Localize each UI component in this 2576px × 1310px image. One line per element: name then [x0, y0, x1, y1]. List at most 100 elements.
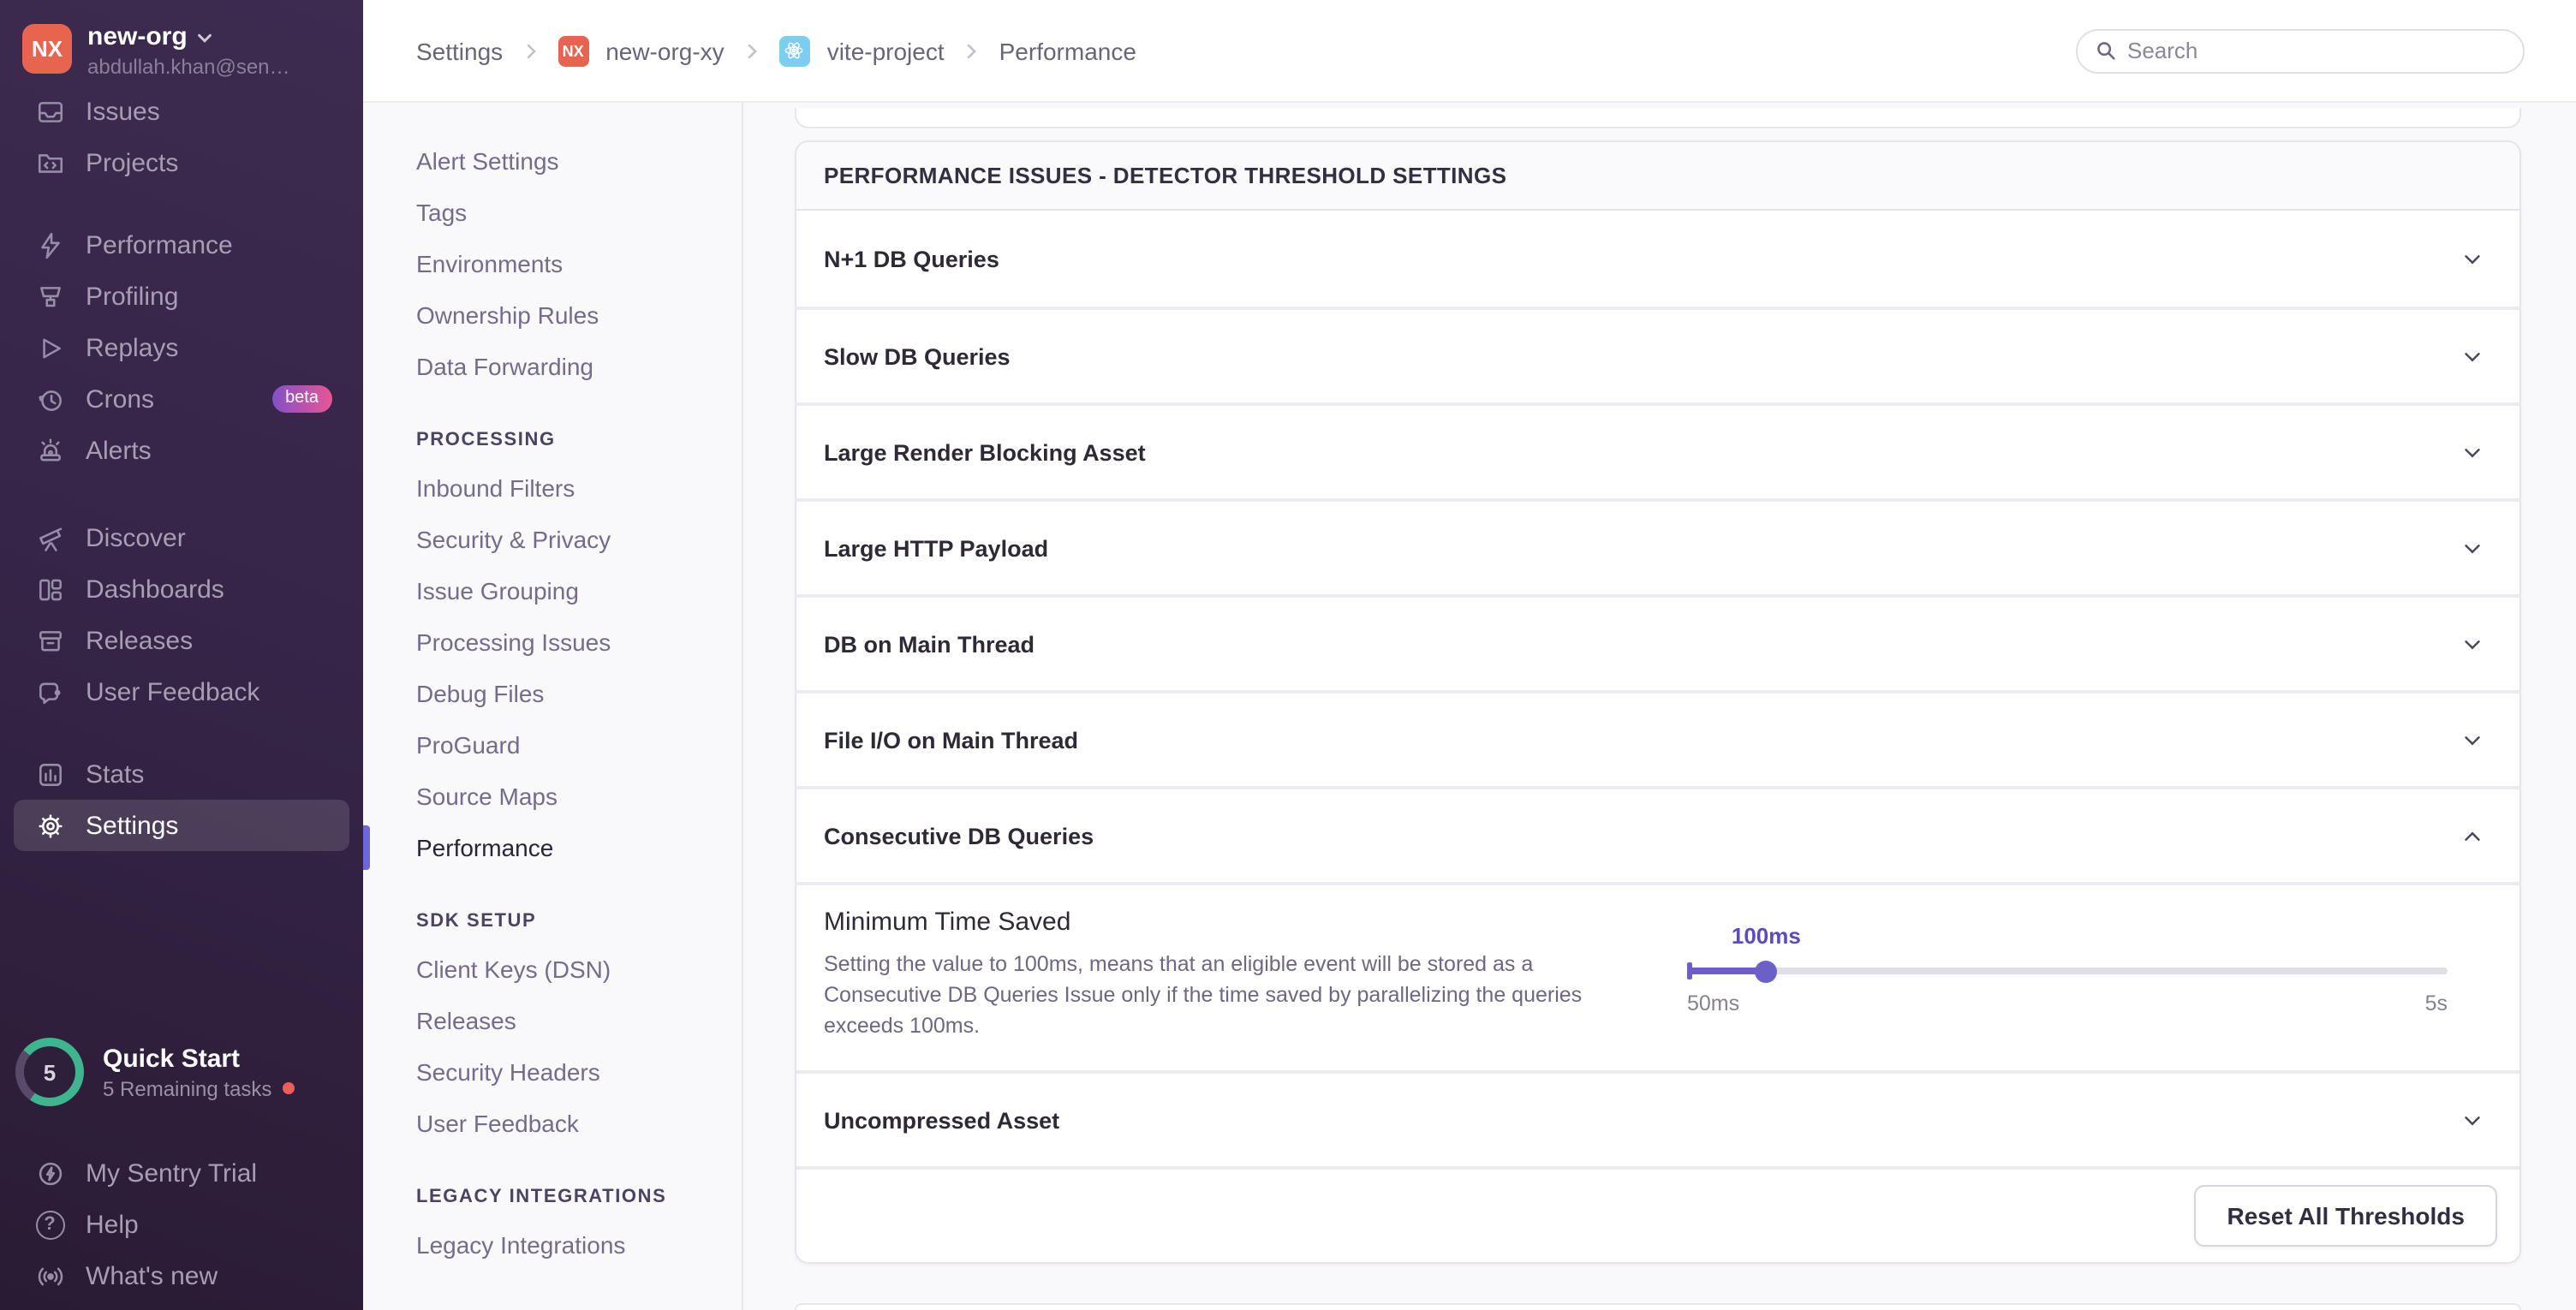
settings-nav: Alert Settings Tags Environments Ownersh… [363, 103, 743, 1310]
chevron-down-icon [2460, 343, 2485, 369]
settings-nav-proguard[interactable]: ProGuard [363, 719, 742, 771]
next-card-top [795, 1303, 2521, 1310]
minimum-time-saved-label: Minimum Time Saved [824, 908, 1070, 937]
settings-nav-user-feedback[interactable]: User Feedback [363, 1098, 742, 1149]
sidebar-item-issues[interactable]: Issues [0, 86, 363, 137]
settings-nav-processing-issues[interactable]: Processing Issues [363, 616, 742, 668]
minimum-time-saved-slider: 100ms 50ms 5s [1687, 923, 2448, 1033]
slider-value-label: 100ms [1732, 923, 1801, 949]
quick-start[interactable]: 5 Quick Start 5 Remaining tasks [15, 1038, 294, 1106]
chevron-down-icon [2460, 631, 2485, 657]
breadcrumb-page[interactable]: Performance [999, 37, 1136, 64]
sidebar-item-discover[interactable]: Discover [0, 512, 363, 563]
sidebar-item-label: Help [86, 1210, 139, 1239]
sidebar-item-profiling[interactable]: Profiling [0, 271, 363, 322]
breadcrumb: Settings NX new-org-xy vite-project Perf… [363, 35, 1136, 66]
accordion-row-consecutive-db-queries[interactable]: Consecutive DB Queries [796, 786, 2519, 882]
sidebar-item-performance[interactable]: Performance [0, 219, 363, 271]
sidebar-item-label: What's new [86, 1261, 218, 1290]
sidebar-item-help[interactable]: ? Help [0, 1199, 363, 1250]
reset-all-thresholds-button[interactable]: Reset All Thresholds [2195, 1185, 2498, 1247]
sidebar-item-label: Alerts [86, 436, 152, 465]
settings-nav-releases[interactable]: Releases [363, 995, 742, 1046]
accordion-row-n-plus-one-db-queries[interactable]: N+1 DB Queries [796, 211, 2519, 307]
accordion-row-slow-db-queries[interactable]: Slow DB Queries [796, 307, 2519, 402]
accordion-row-file-io-on-main-thread[interactable]: File I/O on Main Thread [796, 690, 2519, 786]
settings-nav-debug-files[interactable]: Debug Files [363, 668, 742, 719]
accordion-row-large-http-payload[interactable]: Large HTTP Payload [796, 498, 2519, 594]
chevron-right-icon [742, 40, 762, 61]
broadcast-icon [34, 1260, 65, 1291]
accordion-row-large-render-blocking-asset[interactable]: Large Render Blocking Asset [796, 402, 2519, 498]
dashboard-grid-icon [34, 574, 65, 604]
sidebar-item-label: Stats [86, 759, 144, 789]
settings-nav-header-processing: PROCESSING [363, 418, 742, 462]
slider-min-label: 50ms [1687, 991, 1739, 1015]
slider-track[interactable] [1687, 968, 2448, 974]
settings-nav-security-headers[interactable]: Security Headers [363, 1046, 742, 1098]
sidebar-item-user-feedback[interactable]: User Feedback [0, 666, 363, 718]
react-project-icon [779, 35, 810, 66]
profiling-icon [34, 281, 65, 312]
settings-nav-ownership-rules[interactable]: Ownership Rules [363, 289, 742, 341]
consecutive-db-queries-settings: Minimum Time Saved Setting the value to … [796, 882, 2519, 1070]
search-icon [2095, 39, 2117, 62]
settings-nav-data-forwarding[interactable]: Data Forwarding [363, 341, 742, 392]
chevron-down-icon [196, 29, 215, 48]
notification-dot [282, 1082, 294, 1094]
breadcrumb-project[interactable]: vite-project [827, 37, 945, 64]
accordion-row-db-on-main-thread[interactable]: DB on Main Thread [796, 594, 2519, 690]
sidebar-item-label: Discover [86, 523, 186, 552]
sidebar-item-dashboards[interactable]: Dashboards [0, 563, 363, 615]
breadcrumb-settings[interactable]: Settings [416, 37, 503, 64]
sidebar-item-projects[interactable]: Projects [0, 137, 363, 188]
slider-start-cap [1687, 962, 1692, 980]
settings-nav-issue-grouping[interactable]: Issue Grouping [363, 565, 742, 616]
sidebar-item-settings[interactable]: Settings [14, 800, 349, 851]
quick-start-progress-ring: 5 [15, 1038, 84, 1106]
settings-nav-legacy-integrations[interactable]: Legacy Integrations [363, 1219, 742, 1271]
sidebar: NX new-org abdullah.khan@sen… Issues Pro… [0, 0, 363, 1310]
org-email: abdullah.khan@sen… [87, 56, 290, 78]
accordion-row-uncompressed-asset[interactable]: Uncompressed Asset [796, 1070, 2519, 1166]
settings-nav-client-keys[interactable]: Client Keys (DSN) [363, 944, 742, 995]
sidebar-group-explore: Discover Dashboards Releases User Feedba… [0, 512, 363, 718]
org-avatar: NX [22, 24, 72, 74]
org-switcher[interactable]: NX new-org abdullah.khan@sen… [0, 0, 363, 75]
search-input[interactable] [2127, 38, 2506, 63]
sidebar-item-label: Projects [86, 148, 178, 177]
settings-nav-inbound-filters[interactable]: Inbound Filters [363, 462, 742, 514]
quick-start-title: Quick Start [103, 1044, 294, 1073]
sidebar-item-stats[interactable]: Stats [0, 748, 363, 800]
sidebar-item-replays[interactable]: Replays [0, 322, 363, 373]
sidebar-item-label: Profiling [86, 282, 178, 311]
sidebar-item-whats-new[interactable]: What's new [0, 1250, 363, 1301]
sidebar-group-observe: Performance Profiling Replays Crons beta… [0, 219, 363, 476]
quick-start-count: 5 [44, 1059, 56, 1085]
sidebar-item-label: Performance [86, 230, 233, 259]
search-box [2076, 28, 2525, 73]
settings-nav-source-maps[interactable]: Source Maps [363, 771, 742, 822]
settings-nav-tags[interactable]: Tags [363, 187, 742, 238]
sidebar-item-releases[interactable]: Releases [0, 615, 363, 666]
sidebar-item-label: Crons [86, 384, 154, 414]
sidebar-item-alerts[interactable]: Alerts [0, 425, 363, 476]
clock-icon [34, 384, 65, 414]
projects-icon [34, 147, 65, 178]
trial-lightning-icon [34, 1158, 65, 1188]
sidebar-item-trial[interactable]: My Sentry Trial [0, 1147, 363, 1199]
archive-icon [34, 625, 65, 656]
sidebar-item-crons[interactable]: Crons beta [0, 373, 363, 425]
settings-nav-environments[interactable]: Environments [363, 238, 742, 289]
settings-nav-performance[interactable]: Performance [363, 822, 742, 873]
chevron-down-icon [2460, 439, 2485, 465]
breadcrumb-org[interactable]: new-org-xy [605, 37, 724, 64]
header-bar: Settings NX new-org-xy vite-project Perf… [363, 0, 2576, 103]
settings-nav-security-privacy[interactable]: Security & Privacy [363, 514, 742, 565]
settings-nav-alert-settings[interactable]: Alert Settings [363, 135, 742, 187]
minimum-time-saved-description: Setting the value to 100ms, means that a… [824, 950, 1591, 1042]
sidebar-item-label: Issues [86, 97, 160, 126]
slider-thumb[interactable] [1755, 960, 1777, 982]
beta-badge: beta [271, 385, 332, 413]
settings-nav-header-legacy: LEGACY INTEGRATIONS [363, 1175, 742, 1219]
